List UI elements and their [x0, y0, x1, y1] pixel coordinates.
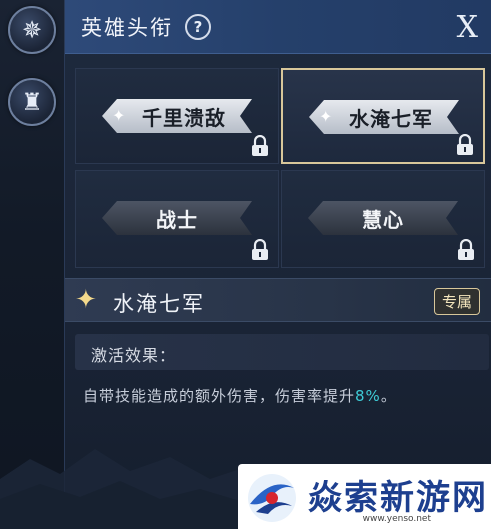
- title-card-label: 千里溃敌: [142, 105, 226, 130]
- mountain-background: [0, 449, 240, 529]
- lock-icon: [252, 135, 268, 156]
- title-ribbon: ✦ 千里溃敌: [102, 99, 252, 133]
- title-card-label: 水淹七军: [349, 106, 433, 131]
- exclusive-badge: 专属: [433, 288, 480, 315]
- title-card-label: 慧心: [362, 207, 404, 232]
- sparkle-icon: ✦: [75, 285, 97, 315]
- lock-icon: [457, 134, 473, 155]
- panel-header: 英雄头衔 ? X: [65, 0, 491, 54]
- effect-label: 激活效果：: [91, 346, 177, 365]
- compass-star-icon[interactable]: ✵: [8, 6, 56, 54]
- selected-title-name: 水淹七军: [113, 292, 205, 316]
- title-card-huixin[interactable]: 慧心: [281, 170, 485, 268]
- title-ribbon: ✦ 水淹七军: [309, 100, 459, 134]
- watermark: 焱索新游网 www.yenso.net: [238, 464, 491, 529]
- logo-icon: [248, 474, 296, 522]
- lock-icon: [252, 239, 268, 260]
- sparkle-icon: ✦: [319, 107, 334, 126]
- lock-icon: [458, 239, 474, 260]
- watermark-text: 焱索新游网: [308, 478, 488, 518]
- title-card-qianli[interactable]: ✦ 千里溃敌: [75, 68, 279, 164]
- selected-title-header: ✦ 水淹七军 专属: [65, 278, 491, 322]
- title-ribbon: 战士: [102, 201, 252, 235]
- help-icon[interactable]: ?: [185, 13, 211, 40]
- title-ribbon: 慧心: [308, 201, 458, 235]
- close-button[interactable]: X: [457, 10, 478, 45]
- effect-description: 自带技能造成的额外伤害，伤害率提升8%。: [83, 385, 397, 406]
- title-card-zhanshi[interactable]: 战士: [75, 170, 279, 268]
- effect-text: 自带技能造成的额外伤害，伤害率提升: [83, 387, 356, 405]
- title-card-shuiyan[interactable]: ✦ 水淹七军: [281, 68, 485, 164]
- title-card-label: 战士: [156, 207, 198, 232]
- watermark-url: www.yenso.net: [362, 514, 431, 524]
- effect-label-box: 激活效果：: [75, 334, 489, 370]
- effect-end: 。: [380, 387, 397, 405]
- chess-pieces-icon[interactable]: ♜: [8, 78, 56, 126]
- sparkle-icon: ✦: [112, 106, 127, 125]
- page-title: 英雄头衔: [81, 15, 173, 40]
- effect-value: 8%: [355, 387, 381, 405]
